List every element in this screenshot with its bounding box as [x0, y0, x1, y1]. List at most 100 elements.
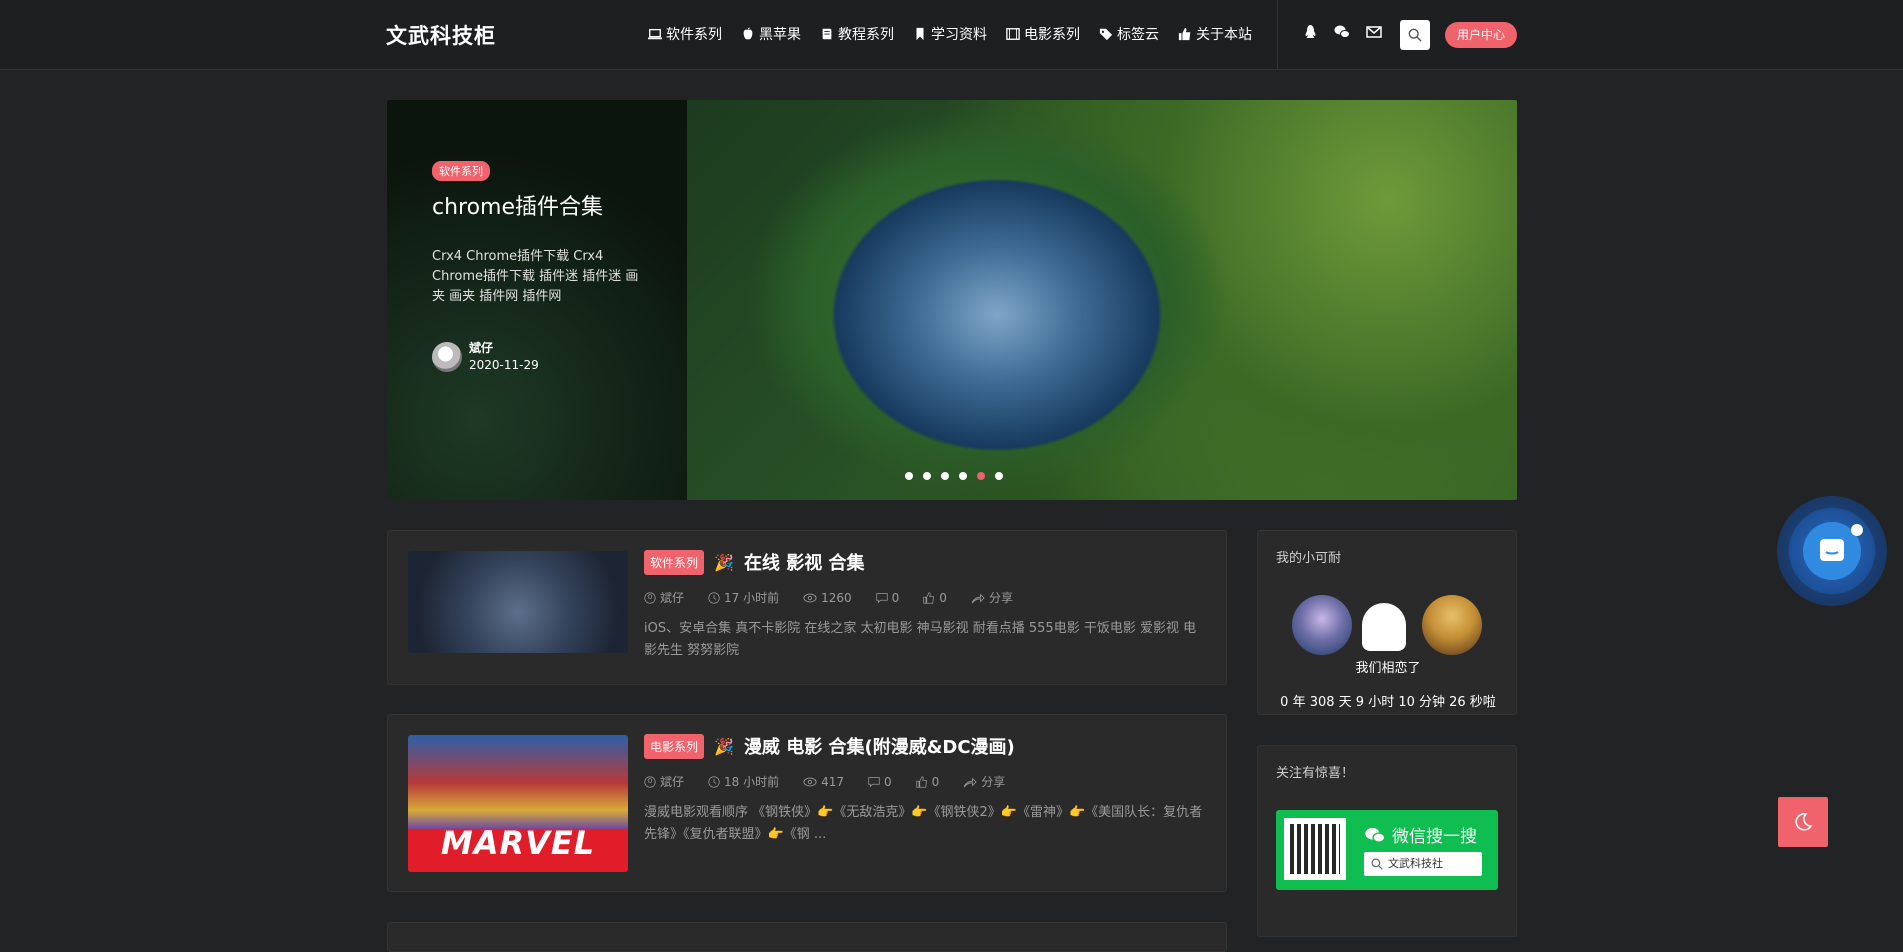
- post-card[interactable]: [387, 922, 1227, 952]
- eye-icon: [803, 593, 817, 602]
- banner-description: Crx4 Chrome插件下载 Crx4 Chrome插件下载 插件迷 插件迷 …: [432, 249, 639, 304]
- wechat-title-text: 微信搜一搜: [1392, 827, 1477, 847]
- post-meta: 斌仔 17 小时前 1260 0 0 分享: [644, 589, 1204, 606]
- apple-icon: [743, 27, 753, 40]
- author-name: 斌仔: [660, 591, 685, 605]
- nav-item-hackintosh[interactable]: 黑苹果: [741, 24, 801, 44]
- share-icon: [971, 593, 985, 603]
- wechat-search-box[interactable]: 文武科技社: [1364, 852, 1482, 876]
- nav-item-tutorials[interactable]: 教程系列: [820, 24, 894, 44]
- love-duration: 0 年 308 天 9 小时 10 分钟 26 秒啦: [1280, 695, 1496, 710]
- carousel-dot[interactable]: [995, 472, 1003, 480]
- book-icon: [822, 28, 832, 40]
- wechat-search-text: 文武科技社: [1388, 857, 1443, 870]
- banner-title[interactable]: chrome插件合集: [432, 189, 642, 221]
- carousel-dot[interactable]: [923, 472, 931, 480]
- carousel-dots: [905, 472, 1003, 480]
- couple-widget: 我的小可耐 我们相恋了 0 年 308 天 9 小时 10 分钟 26 秒啦: [1257, 530, 1517, 715]
- author-info: 斌仔 2020-11-29: [469, 340, 539, 374]
- category-badge[interactable]: 软件系列: [432, 161, 490, 181]
- user-icon: [644, 775, 656, 788]
- comment-icon: [868, 776, 880, 787]
- meta-likes[interactable]: 0: [916, 773, 939, 790]
- meta-share[interactable]: 分享: [963, 773, 1005, 790]
- site-logo[interactable]: 文武科技柜: [386, 20, 496, 50]
- nav-item-movies[interactable]: 电影系列: [1006, 24, 1080, 44]
- follow-widget: 关注有惊喜！ 微信搜一搜 文武科技社: [1257, 745, 1517, 937]
- mail-icon[interactable]: [1366, 24, 1382, 40]
- hero-carousel[interactable]: 软件系列 chrome插件合集 Crx4 Chrome插件下载 Crx4 Chr…: [387, 100, 1517, 500]
- meta-views: 417: [803, 773, 844, 790]
- dark-mode-toggle[interactable]: [1778, 797, 1828, 847]
- post-excerpt: 漫威电影观看顺序 《钢铁侠》👉《无敌浩克》👉《钢铁侠2》👉《雷神》👉《美国队长：…: [644, 805, 1203, 842]
- site-header: 文武科技柜 软件系列 黑苹果 教程系列 学习资料 电影系列 标签云 关于本站 用…: [0, 0, 1903, 70]
- meta-share[interactable]: 分享: [971, 589, 1013, 606]
- clock-icon: [708, 591, 720, 604]
- post-card[interactable]: 软件系列 🎉 在线 影视 合集 斌仔 17 小时前 1260 0 0 分享 iO…: [387, 530, 1227, 685]
- nav-label: 关于本站: [1196, 27, 1252, 43]
- wechat-search-title: 微信搜一搜: [1364, 822, 1477, 847]
- author-name: 斌仔: [660, 775, 685, 789]
- search-button[interactable]: [1400, 20, 1430, 50]
- love-icon: [1362, 603, 1406, 651]
- nav-item-learning[interactable]: 学习资料: [913, 24, 987, 44]
- user-icon: [644, 591, 656, 604]
- qr-code: [1284, 818, 1346, 880]
- carousel-dot[interactable]: [941, 472, 949, 480]
- avatar[interactable]: [1422, 595, 1482, 655]
- meta-time: 17 小时前: [708, 589, 779, 606]
- meta-comments[interactable]: 0: [868, 773, 892, 790]
- nav-label: 黑苹果: [759, 27, 801, 43]
- meta-time: 18 小时前: [708, 773, 779, 790]
- post-time: 17 小时前: [724, 591, 780, 605]
- post-card[interactable]: MARVEL 电影系列 🎉 漫威 电影 合集(附漫威&DC漫画) 斌仔 18 小…: [387, 714, 1227, 892]
- widget-title: 我的小可耐: [1276, 551, 1342, 566]
- user-center-button[interactable]: 用户中心: [1445, 22, 1517, 48]
- message-icon: [1820, 539, 1844, 561]
- banner-author: 斌仔 2020-11-29: [432, 340, 539, 374]
- post-thumbnail[interactable]: [408, 551, 628, 653]
- moon-icon: [1795, 813, 1813, 831]
- meta-author[interactable]: 斌仔: [644, 589, 684, 606]
- widget-title: 关注有惊喜！: [1276, 766, 1355, 781]
- wechat-icon: [1365, 827, 1386, 843]
- meta-author[interactable]: 斌仔: [644, 773, 684, 790]
- category-badge[interactable]: 软件系列: [644, 549, 705, 575]
- meta-comments[interactable]: 0: [876, 589, 899, 606]
- carousel-dot[interactable]: [959, 472, 967, 480]
- comment-icon: [876, 592, 888, 603]
- meta-likes[interactable]: 0: [923, 589, 947, 606]
- qq-icon[interactable]: [1302, 24, 1318, 40]
- view-count: 417: [821, 774, 845, 789]
- nav-item-tags[interactable]: 标签云: [1099, 24, 1159, 44]
- banner-image: [687, 100, 1517, 500]
- banner-content: 软件系列 chrome插件合集 Crx4 Chrome插件下载 Crx4 Chr…: [432, 160, 642, 307]
- post-title[interactable]: 在线 影视 合集: [744, 549, 865, 575]
- wechat-icon[interactable]: [1334, 24, 1350, 40]
- thumbs-up-icon: [923, 591, 935, 604]
- nav-item-about[interactable]: 关于本站: [1178, 24, 1252, 44]
- carousel-dot[interactable]: [905, 472, 913, 480]
- notification-dot: [1851, 524, 1863, 536]
- post-thumbnail[interactable]: MARVEL: [408, 735, 628, 872]
- header-divider: [1277, 0, 1278, 70]
- carousel-dot-active[interactable]: [977, 472, 985, 480]
- nav-label: 标签云: [1117, 27, 1159, 43]
- wechat-card[interactable]: 微信搜一搜 文武科技社: [1276, 810, 1498, 890]
- post-date: 2020-11-29: [469, 358, 539, 372]
- chat-button[interactable]: [1777, 496, 1887, 606]
- social-icons: [1302, 24, 1382, 40]
- avatar[interactable]: [1292, 595, 1352, 655]
- party-icon: 🎉: [714, 736, 734, 756]
- nav-item-software[interactable]: 软件系列: [648, 24, 722, 44]
- post-title[interactable]: 漫威 电影 合集(附漫威&DC漫画): [744, 733, 1015, 759]
- thumbs-up-icon: [916, 775, 927, 788]
- post-meta: 斌仔 18 小时前 417 0 0 分享: [644, 773, 1204, 790]
- thumbnail-text: MARVEL: [440, 824, 596, 862]
- nav-label: 学习资料: [931, 27, 987, 43]
- author-name[interactable]: 斌仔: [469, 340, 539, 357]
- nav-label: 电影系列: [1024, 27, 1080, 43]
- category-badge[interactable]: 电影系列: [644, 733, 705, 759]
- avatar[interactable]: [432, 342, 462, 372]
- share-label: 分享: [981, 775, 1006, 789]
